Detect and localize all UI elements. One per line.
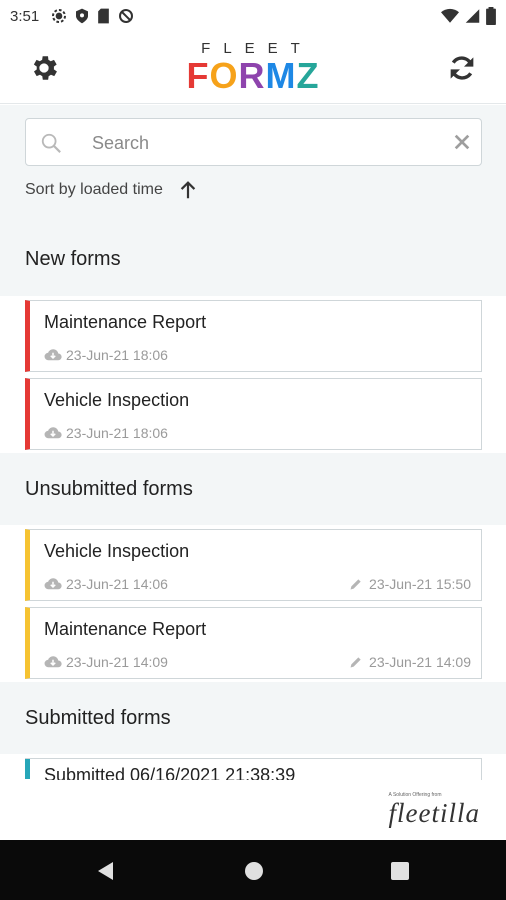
settings-gear-icon[interactable] [28,52,60,84]
pencil-icon [350,579,361,590]
status-time: 3:51 [10,7,40,25]
form-title: Vehicle Inspection [44,390,190,410]
form-title: Vehicle Inspection [44,541,190,561]
back-icon[interactable] [95,860,117,882]
section-title-submitted-forms: Submitted forms [25,707,171,729]
search-input[interactable] [92,128,432,158]
cloud-download-icon [44,578,62,590]
list-item[interactable]: Maintenance Report 23-Jun-21 14:09 23-Ju… [25,607,482,679]
system-navigation-bar [0,840,506,900]
section-title-new-forms: New forms [25,248,121,270]
form-title: Submitted 06/16/2021 21:38:39 [44,765,296,780]
status-bar: 3:51 [0,0,506,32]
sort-control[interactable]: Sort by loaded time [25,179,199,201]
sort-label[interactable]: Sort by loaded time [25,181,163,199]
battery-icon [486,7,496,25]
app-header: FLEET FORMZ [0,32,506,104]
fleet-formz-logo: FLEET FORMZ [185,40,321,96]
wifi-icon [441,8,459,23]
refresh-icon[interactable] [446,52,478,84]
sort-ascending-arrow-icon[interactable] [177,179,199,201]
do-not-disturb-icon [119,9,134,23]
recents-icon[interactable] [389,860,411,882]
cloud-download-icon [44,427,62,439]
status-strip [25,759,30,779]
clear-search-icon[interactable] [453,133,471,151]
new-forms-list: Maintenance Report 23-Jun-21 18:06 Vehic… [0,296,506,453]
form-list-area[interactable]: Sort by loaded time New forms Maintenanc… [0,105,506,780]
search-box[interactable] [25,118,482,166]
list-item[interactable]: Vehicle Inspection 23-Jun-21 14:06 23-Ju… [25,529,482,601]
loaded-time: 23-Jun-21 14:09 [44,654,168,670]
loaded-time: 23-Jun-21 18:06 [44,347,168,363]
loaded-time: 23-Jun-21 18:06 [44,425,168,441]
brand-name: fleetilla [388,798,480,828]
search-icon [41,133,61,153]
list-item[interactable]: Submitted 06/16/2021 21:38:39 [25,758,482,780]
sd-card-status-icon [98,8,110,24]
fleetilla-logo: A Solution Offering from fleetilla [389,792,480,829]
edited-time: 23-Jun-21 15:50 [347,576,471,592]
form-title: Maintenance Report [44,619,207,639]
footer-brand-bar: A Solution Offering from fleetilla [0,780,506,840]
logo-formz-text: FORMZ [186,55,320,96]
settings-status-icon [52,9,67,23]
pencil-icon [350,657,361,668]
section-title-unsubmitted-forms: Unsubmitted forms [25,478,193,500]
list-item[interactable]: Maintenance Report 23-Jun-21 18:06 [25,300,482,372]
home-icon[interactable] [243,860,265,882]
cloud-download-icon [44,656,62,668]
unsubmitted-forms-list: Vehicle Inspection 23-Jun-21 14:06 23-Ju… [0,525,506,682]
signal-icon [465,9,480,23]
form-title: Maintenance Report [44,312,207,332]
cloud-download-icon [44,349,62,361]
submitted-forms-list: Submitted 06/16/2021 21:38:39 [0,754,506,780]
list-item[interactable]: Vehicle Inspection 23-Jun-21 18:06 [25,378,482,450]
loaded-time: 23-Jun-21 14:06 [44,576,168,592]
shield-status-icon [76,8,89,24]
edited-time: 23-Jun-21 14:09 [347,654,471,670]
